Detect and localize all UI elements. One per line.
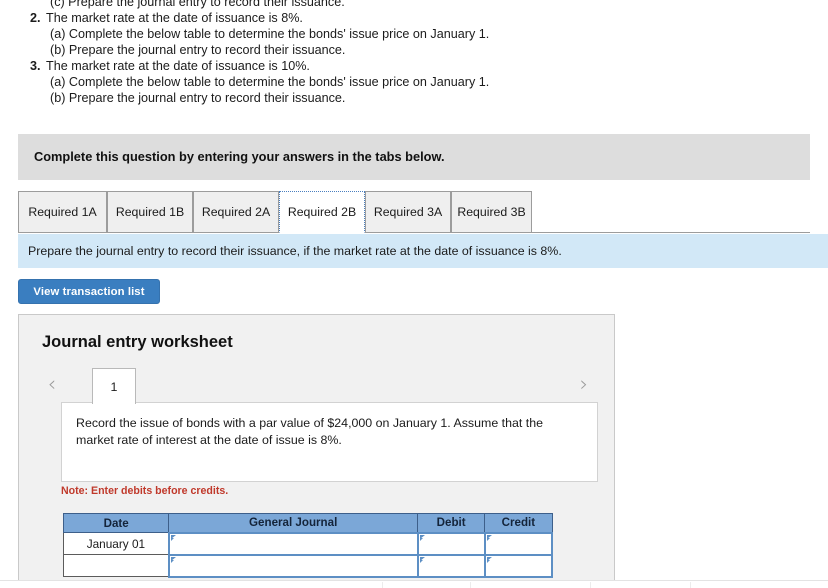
question-page: (c) Prepare the journal entry to record … [0,0,828,588]
requirement-clipped-subitem: (c) Prepare the journal entry to record … [50,0,345,9]
cell-debit-row2[interactable] [416,553,486,578]
cell-date-row1[interactable]: January 01 [62,532,170,555]
tab-label: Required 1B [115,205,185,219]
journal-entry-table: Date General Journal Debit Credit Januar… [62,513,554,578]
divider-tick [690,582,691,588]
cell-general-journal-row2[interactable] [167,553,419,578]
column-header-credit: Credit [484,513,553,533]
cell-credit-row1[interactable] [483,531,554,556]
page-bottom-divider [0,580,828,581]
instruction-banner: Complete this question by entering your … [18,134,810,180]
chevron-left-icon[interactable]: ‹ [42,373,62,397]
requirement-item-3a: (a) Complete the below table to determin… [50,75,490,89]
view-transaction-list-button[interactable]: View transaction list [18,279,160,304]
divider-tick [590,582,591,588]
divider-tick [382,582,383,588]
dropdown-caret-icon [486,556,492,563]
requirement-number: 3. [30,59,41,73]
requirement-number: 2. [30,11,41,25]
tab-instruction-bar: Prepare the journal entry to record thei… [18,234,828,268]
view-transaction-list-label: View transaction list [33,285,145,298]
requirement-item-2a: (a) Complete the below table to determin… [50,27,490,41]
cell-debit-row1[interactable] [416,531,486,556]
transaction-description-text: Record the issue of bonds with a par val… [76,416,544,447]
dropdown-caret-icon [419,556,425,563]
tab-required-1a[interactable]: Required 1A [18,191,107,233]
tab-label: Required 1A [28,205,97,219]
cell-general-journal-row1[interactable] [167,531,419,556]
requirement-item-3b: (b) Prepare the journal entry to record … [50,91,346,105]
dropdown-caret-icon [419,534,425,541]
transaction-description-box: Record the issue of bonds with a par val… [61,402,598,482]
requirement-text: The market rate at the date of issuance … [46,11,303,25]
tab-label: Required 3A [373,205,443,219]
tab-required-1b[interactable]: Required 1B [107,191,193,233]
clipped-previous-line: (c) Prepare the journal entry to record … [0,0,828,10]
requirement-item-3: 3. The market rate at the date of issuan… [0,58,828,74]
column-header-debit: Debit [417,513,486,533]
required-tabs: Required 1A Required 1B Required 2A Requ… [18,191,810,233]
tab-required-2a[interactable]: Required 2A [193,191,279,233]
requirements-list: (c) Prepare the journal entry to record … [0,0,828,106]
cell-credit-row2[interactable] [483,553,554,578]
requirement-item-2: 2. The market rate at the date of issuan… [0,10,828,26]
tab-instruction-text: Prepare the journal entry to record thei… [28,244,562,258]
table-row [62,553,554,578]
divider-tick [470,582,471,588]
tab-required-3b[interactable]: Required 3B [451,191,532,233]
worksheet-page-number: 1 [110,379,118,394]
tab-label: Required 2B [287,205,357,219]
requirement-item-2b: (b) Prepare the journal entry to record … [50,43,346,57]
journal-entry-worksheet-panel: Journal entry worksheet ‹ 1 › Record the… [18,314,615,580]
journal-table-header-row: Date General Journal Debit Credit [62,513,553,533]
cell-date-row2[interactable] [62,554,170,577]
worksheet-title: Journal entry worksheet [42,333,233,351]
requirement-text: The market rate at the date of issuance … [46,59,310,73]
dropdown-caret-icon [486,534,492,541]
tab-label: Required 3B [457,205,526,219]
column-header-date: Date [62,513,170,533]
worksheet-page-tab-1[interactable]: 1 [92,368,136,404]
tab-label: Required 2A [201,205,271,219]
worksheet-pager: ‹ 1 › [42,367,594,404]
tab-required-3a[interactable]: Required 3A [365,191,451,233]
column-header-general-journal: General Journal [168,513,419,533]
instruction-banner-text: Complete this question by entering your … [34,149,445,164]
tab-required-2b[interactable]: Required 2B [279,191,365,233]
table-row: January 01 [62,531,554,556]
dropdown-caret-icon [170,534,176,541]
chevron-right-icon[interactable]: › [574,373,594,397]
debits-before-credits-note: Note: Enter debits before credits. [61,485,229,497]
dropdown-caret-icon [170,556,176,563]
